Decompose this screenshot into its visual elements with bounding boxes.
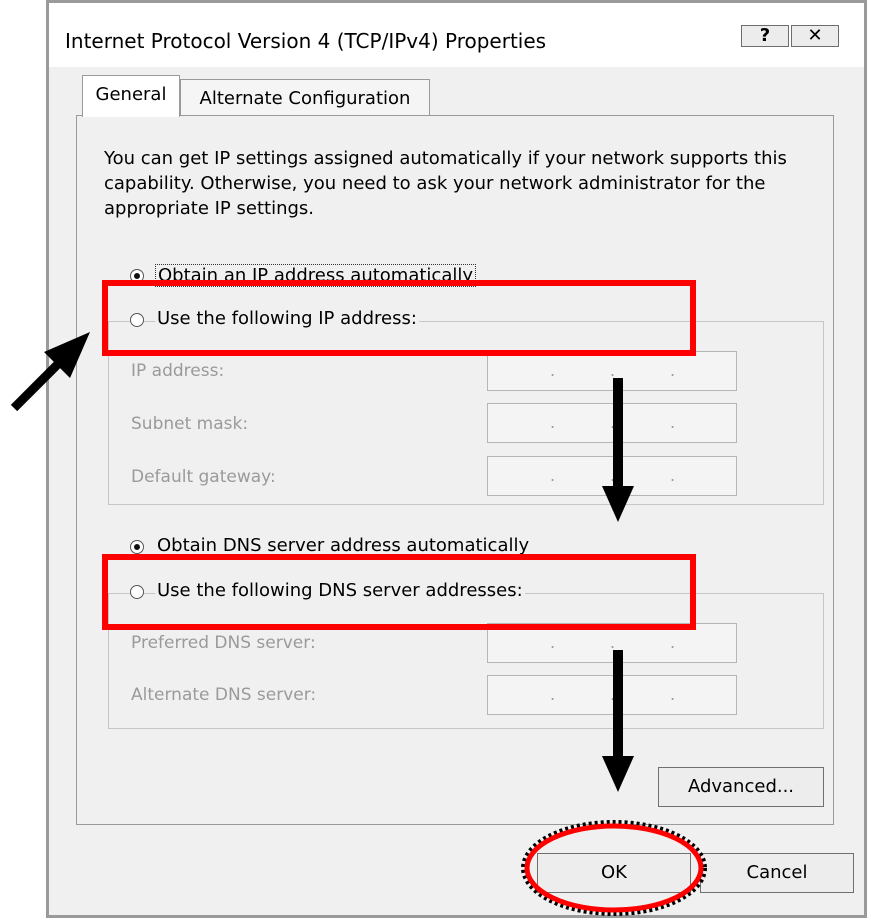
diagonal-arrow-icon bbox=[10, 332, 90, 412]
annotation-overlay bbox=[10, 332, 707, 916]
tab-general[interactable]: General bbox=[82, 75, 180, 117]
highlight-ok-ellipse-red bbox=[524, 823, 704, 913]
highlight-ok-ellipse bbox=[521, 820, 707, 916]
down-arrow-icon bbox=[602, 378, 634, 522]
down-arrow-icon bbox=[602, 650, 634, 792]
